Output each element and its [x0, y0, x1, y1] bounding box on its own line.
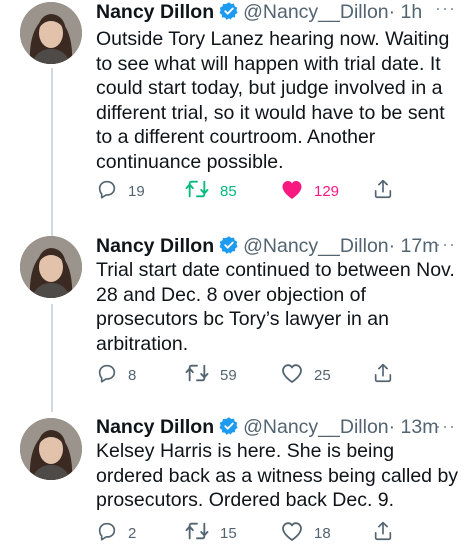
like-icon — [280, 520, 314, 546]
share-button[interactable] — [372, 362, 404, 388]
author-name[interactable]: Nancy Dillon — [96, 235, 214, 257]
reply-count: 19 — [128, 182, 145, 200]
tweet-time[interactable]: · 13m — [389, 416, 439, 438]
tweet-header: Nancy Dillon @Nancy__Dillon· 13m — [96, 415, 439, 439]
avatar[interactable] — [20, 236, 82, 298]
reply-icon — [96, 178, 128, 204]
author-name[interactable]: Nancy Dillon — [96, 416, 214, 438]
more-icon[interactable]: ··· — [435, 234, 456, 255]
tweet-actions: 19 85 129 — [96, 178, 416, 204]
avatar[interactable] — [20, 418, 82, 480]
tweet-actions: 2 15 18 — [96, 520, 416, 546]
author-handle[interactable]: @Nancy__Dillon — [243, 235, 389, 257]
like-button[interactable]: 129 — [280, 178, 339, 204]
avatar[interactable] — [20, 2, 82, 64]
like-button[interactable]: 25 — [280, 362, 331, 388]
retweet-icon — [184, 178, 220, 204]
tweet-header: Nancy Dillon @Nancy__Dillon· 1h — [96, 0, 422, 24]
like-icon — [280, 362, 314, 388]
tweet[interactable]: Nancy Dillon @Nancy__Dillon· 17m ··· Tria… — [0, 234, 474, 406]
tweet-time[interactable]: · 1h — [389, 1, 423, 23]
retweet-count: 59 — [220, 366, 237, 384]
retweet-button[interactable]: 59 — [184, 362, 237, 388]
share-icon — [372, 362, 404, 388]
more-icon[interactable]: ··· — [435, 0, 456, 19]
reply-count: 2 — [128, 524, 137, 542]
author-handle[interactable]: @Nancy__Dillon — [243, 1, 389, 23]
reply-button[interactable]: 2 — [96, 520, 136, 546]
tweet-text: Kelsey Harris is here. She is being orde… — [96, 440, 459, 511]
retweet-icon — [184, 362, 220, 388]
share-button[interactable] — [372, 178, 404, 204]
tweet-time[interactable]: · 17m — [389, 235, 439, 257]
author-name[interactable]: Nancy Dillon — [96, 1, 214, 23]
like-count: 129 — [314, 182, 340, 200]
retweet-icon — [184, 520, 220, 546]
tweet[interactable]: Nancy Dillon @Nancy__Dillon· 1h ··· Outsi… — [0, 0, 474, 220]
more-icon[interactable]: ··· — [435, 416, 456, 437]
retweet-button[interactable]: 15 — [184, 520, 237, 546]
retweet-button[interactable]: 85 — [184, 178, 237, 204]
retweet-count: 85 — [220, 182, 237, 200]
reply-icon — [96, 362, 128, 388]
tweet[interactable]: Nancy Dillon @Nancy__Dillon· 13m ··· Kels… — [0, 415, 474, 557]
like-icon — [280, 178, 314, 204]
tweet-actions: 8 59 25 — [96, 362, 416, 388]
like-count: 25 — [314, 366, 331, 384]
tweet-text: Outside Tory Lanez hearing now. Waiting … — [96, 28, 450, 173]
reply-button[interactable]: 19 — [96, 178, 145, 204]
author-handle[interactable]: @Nancy__Dillon — [243, 416, 389, 438]
share-button[interactable] — [372, 520, 404, 546]
retweet-count: 15 — [220, 524, 237, 542]
reply-count: 8 — [128, 366, 137, 384]
share-icon — [372, 520, 404, 546]
reply-icon — [96, 520, 128, 546]
verified-badge-icon — [219, 1, 239, 27]
reply-button[interactable]: 8 — [96, 362, 136, 388]
tweet-header: Nancy Dillon @Nancy__Dillon· 17m — [96, 234, 439, 258]
like-count: 18 — [314, 524, 331, 542]
tweet-text: Trial start date continued to between No… — [96, 259, 455, 355]
like-button[interactable]: 18 — [280, 520, 331, 546]
share-icon — [372, 178, 404, 204]
